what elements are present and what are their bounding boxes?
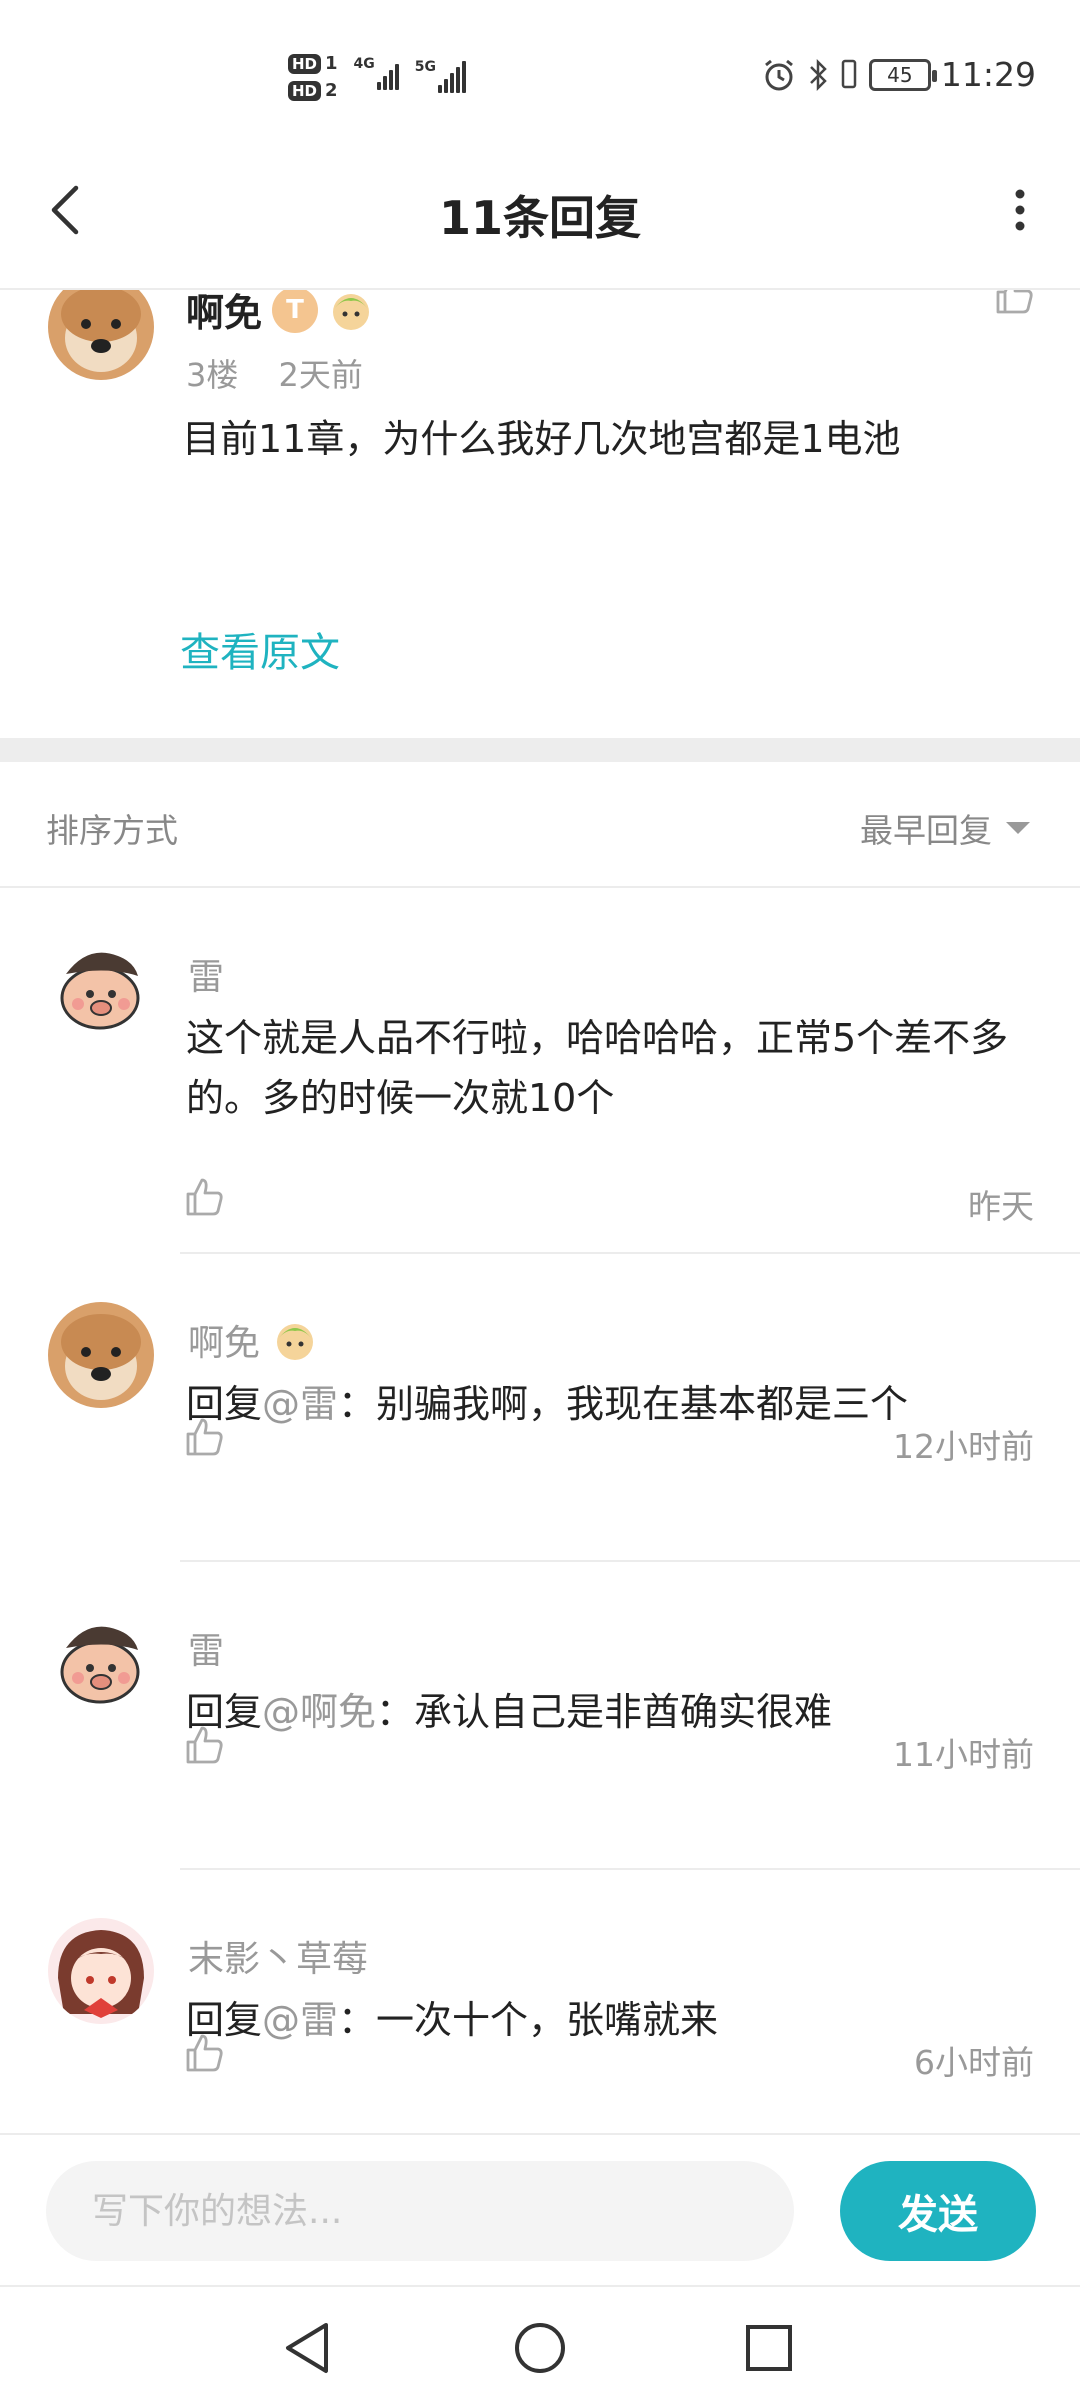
nav-home-button[interactable] xyxy=(505,2313,575,2383)
sort-bar: 排序方式 最早回复 xyxy=(0,762,1080,888)
avatar[interactable] xyxy=(48,1302,154,1408)
square-recents-icon xyxy=(746,2325,792,2371)
view-original-link[interactable]: 查看原文 xyxy=(180,620,340,678)
avatar[interactable] xyxy=(48,936,154,1042)
sort-selected: 最早回复 xyxy=(860,811,992,850)
reply-item: 末影丶草莓 回复@雷：一次十个，张嘴就来 6小时前 xyxy=(0,1870,1080,2133)
hd-badge: HD xyxy=(288,80,322,101)
sim1-label: 1 xyxy=(325,53,338,74)
pig-avatar-icon xyxy=(48,1610,154,1716)
system-navigation-bar xyxy=(0,2285,1080,2400)
alarm-icon xyxy=(764,59,793,90)
nav-recents-button[interactable] xyxy=(734,2313,804,2383)
username[interactable]: 啊免 xyxy=(186,290,262,337)
comment-composer: 发送 xyxy=(0,2133,1080,2285)
anime-girl-avatar-icon xyxy=(48,1918,154,2024)
avatar[interactable] xyxy=(48,290,154,380)
send-button[interactable]: 发送 xyxy=(840,2161,1036,2261)
reply-text: ：别骗我啊，我现在基本都是三个 xyxy=(338,1382,909,1426)
sort-label: 排序方式 xyxy=(46,811,178,850)
character-badge-icon xyxy=(277,1324,314,1360)
reply-item: 雷 回复@啊免：承认自己是非酋确实很难 11小时前 xyxy=(0,1562,1080,1870)
username[interactable]: 雷 xyxy=(188,1622,224,1674)
reply-text: ：一次十个，张嘴就来 xyxy=(338,1998,719,2042)
reply-time: 12小时前 xyxy=(893,1427,1034,1466)
more-options-button[interactable] xyxy=(990,180,1050,240)
comment-input[interactable] xyxy=(46,2161,794,2261)
mention[interactable]: @雷 xyxy=(262,1382,338,1426)
reply-time: 6小时前 xyxy=(914,2043,1034,2082)
mention[interactable]: @啊免 xyxy=(262,1690,376,1734)
battery-icon: 45 xyxy=(868,58,937,91)
like-icon[interactable] xyxy=(992,290,1036,316)
caret-down-icon xyxy=(1006,822,1030,834)
network-type-label: 4G xyxy=(353,56,375,72)
reply-list: 雷 这个就是人品不行啦，哈哈哈哈，正常5个差不多的。多的时候一次就10个 昨天 … xyxy=(0,888,1080,2133)
avatar[interactable] xyxy=(48,1610,154,1716)
more-vertical-icon xyxy=(1015,189,1025,231)
like-icon[interactable] xyxy=(182,1174,226,1218)
reply-item: 雷 这个就是人品不行啦，哈哈哈哈，正常5个差不多的。多的时候一次就10个 昨天 xyxy=(0,888,1080,1254)
reply-text: 这个就是人品不行啦，哈哈哈哈，正常5个差不多的。多的时候一次就10个 xyxy=(186,1016,1009,1120)
reply-content: 这个就是人品不行啦，哈哈哈哈，正常5个差不多的。多的时候一次就10个 xyxy=(186,1008,1026,1128)
top-app-bar: 11条回复 xyxy=(0,150,1080,290)
signal-strength-icon: 5G xyxy=(414,59,467,93)
post-time: 2天前 xyxy=(278,356,363,394)
reply-time: 昨天 xyxy=(968,1187,1034,1226)
floor-number: 3楼 xyxy=(186,356,239,394)
network-type-label: 5G xyxy=(414,59,437,75)
page-title: 11条回复 xyxy=(438,191,641,245)
level-badge: T xyxy=(272,290,319,333)
username[interactable]: 雷 xyxy=(188,948,224,1000)
comment-content: 目前11章，为什么我好几次地宫都是1电池 xyxy=(182,417,901,461)
bluetooth-icon xyxy=(810,58,827,91)
avatar[interactable] xyxy=(48,1918,154,2024)
signal-strength-icon: 4G xyxy=(354,56,399,90)
reply-time: 11小时前 xyxy=(893,1735,1034,1774)
like-icon[interactable] xyxy=(182,1414,226,1458)
dog-avatar-icon xyxy=(48,1302,154,1408)
like-icon[interactable] xyxy=(182,2030,226,2074)
hd-badge: HD xyxy=(288,53,322,74)
username[interactable]: 啊免 xyxy=(188,1314,260,1366)
like-icon[interactable] xyxy=(182,1722,226,1766)
reply-text: ：承认自己是非酋确实很难 xyxy=(376,1690,833,1734)
nav-back-button[interactable] xyxy=(272,2313,342,2383)
sort-dropdown[interactable]: 最早回复 xyxy=(860,804,1030,852)
dog-avatar-icon xyxy=(48,290,154,380)
section-divider xyxy=(0,738,1080,762)
pig-avatar-icon xyxy=(48,936,154,1042)
character-badge-icon xyxy=(333,293,370,330)
reply-item: 啊免 回复@雷：别骗我啊，我现在基本都是三个 12小时前 xyxy=(0,1254,1080,1562)
original-comment: 啊免 T 3楼 2天前 目前11章，为什么我好几次地宫都是1电池 查看原文 xyxy=(0,290,1080,738)
username[interactable]: 末影丶草莓 xyxy=(188,1930,368,1982)
mention[interactable]: @雷 xyxy=(262,1998,338,2042)
status-bar: HD 1 HD 2 4G 5G 45 11:29 xyxy=(0,0,1080,150)
triangle-back-icon xyxy=(286,2323,328,2373)
clock: 11:29 xyxy=(940,55,1036,94)
reply-content: 回复@雷：一次十个，张嘴就来 xyxy=(186,1990,1026,2050)
battery-level: 45 xyxy=(887,62,913,87)
signal-indicators: HD 1 HD 2 4G 5G xyxy=(288,48,467,106)
sim2-label: 2 xyxy=(325,80,338,101)
vibrate-icon xyxy=(841,59,857,88)
circle-home-icon xyxy=(515,2323,565,2373)
